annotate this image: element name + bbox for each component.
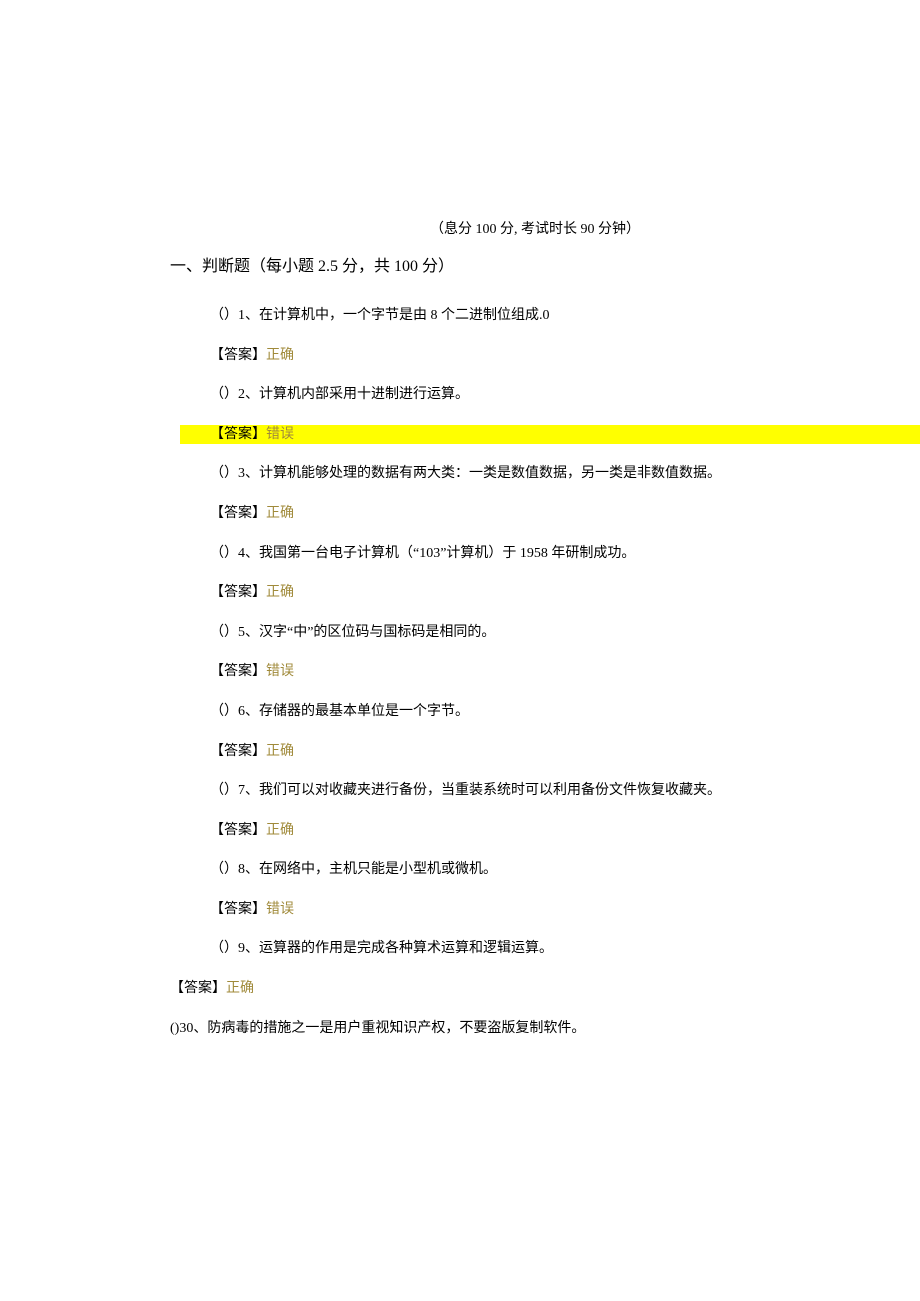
- question-text: （）6、存储器的最基本单位是一个字节。: [210, 702, 830, 722]
- question-text: （）1、在计算机中，一个字节是由 8 个二进制位组成.0: [210, 306, 830, 326]
- answer-label: 【答案】: [210, 664, 266, 679]
- question-text: （）9、运算器的作用是完成各种算术运算和逻辑运算。: [210, 939, 830, 959]
- answer-label: 【答案】: [170, 981, 226, 996]
- question-block: （）8、在网络中，主机只能是小型机或微机。 【答案】错误: [210, 860, 830, 919]
- answer-label: 【答案】: [210, 427, 266, 442]
- answer-value: 正确: [266, 823, 294, 838]
- question-block: （）9、运算器的作用是完成各种算术运算和逻辑运算。: [210, 939, 830, 959]
- answer-line: 【答案】错误: [210, 662, 830, 682]
- question-block: ()30、防病毒的措施之一是用户重视知识产权，不要盗版复制软件。: [170, 1019, 830, 1039]
- answer-line: 【答案】正确: [210, 346, 830, 366]
- answer-label: 【答案】: [210, 585, 266, 600]
- question-block: （）3、计算机能够处理的数据有两大类：一类是数值数据，另一类是非数值数据。 【答…: [210, 464, 830, 523]
- answer-value: 错误: [266, 664, 294, 679]
- question-text: （）2、计算机内部采用十进制进行运算。: [210, 385, 830, 405]
- answer-line: 【答案】正确: [210, 821, 830, 841]
- answer-value: 错误: [266, 902, 294, 917]
- exam-meta: （息分 100 分, 考试时长 90 分钟）: [240, 220, 830, 240]
- question-block: （）1、在计算机中，一个字节是由 8 个二进制位组成.0 【答案】正确: [210, 306, 830, 365]
- question-text: ()30、防病毒的措施之一是用户重视知识产权，不要盗版复制软件。: [170, 1019, 830, 1039]
- answer-line: 【答案】正确: [170, 979, 830, 999]
- question-text: （）4、我国第一台电子计算机（“103”计算机）于 1958 年研制成功。: [210, 544, 830, 564]
- question-text: （）5、汉字“中”的区位码与国标码是相同的。: [210, 623, 830, 643]
- answer-label: 【答案】: [210, 902, 266, 917]
- answer-line: 【答案】正确: [210, 504, 830, 524]
- question-block: （）4、我国第一台电子计算机（“103”计算机）于 1958 年研制成功。 【答…: [210, 544, 830, 603]
- answer-line: 【答案】错误: [210, 900, 830, 920]
- answer-label: 【答案】: [210, 823, 266, 838]
- question-block: （）6、存储器的最基本单位是一个字节。 【答案】正确: [210, 702, 830, 761]
- answer-line: 【答案】正确: [210, 742, 830, 762]
- answer-label: 【答案】: [210, 506, 266, 521]
- answer-value: 错误: [266, 427, 294, 442]
- question-block: （）5、汉字“中”的区位码与国标码是相同的。 【答案】错误: [210, 623, 830, 682]
- answer-line-outdent: 【答案】正确: [170, 979, 830, 999]
- answer-value: 正确: [266, 348, 294, 363]
- question-text: （）3、计算机能够处理的数据有两大类：一类是数值数据，另一类是非数值数据。: [210, 464, 830, 484]
- answer-line-highlighted: 【答案】错误: [180, 425, 920, 445]
- answer-line: 【答案】正确: [210, 583, 830, 603]
- question-block: （）2、计算机内部采用十进制进行运算。: [210, 385, 830, 405]
- question-block: （）7、我们可以对收藏夹进行备份，当重装系统时可以利用备份文件恢复收藏夹。 【答…: [210, 781, 830, 840]
- question-text: （）7、我们可以对收藏夹进行备份，当重装系统时可以利用备份文件恢复收藏夹。: [210, 781, 830, 801]
- answer-label: 【答案】: [210, 744, 266, 759]
- answer-value: 正确: [266, 506, 294, 521]
- answer-value: 正确: [266, 744, 294, 759]
- section-title: 一、判断题（每小题 2.5 分，共 100 分）: [170, 256, 830, 278]
- answer-label: 【答案】: [210, 348, 266, 363]
- answer-value: 正确: [266, 585, 294, 600]
- answer-value: 正确: [226, 981, 254, 996]
- question-text: （）8、在网络中，主机只能是小型机或微机。: [210, 860, 830, 880]
